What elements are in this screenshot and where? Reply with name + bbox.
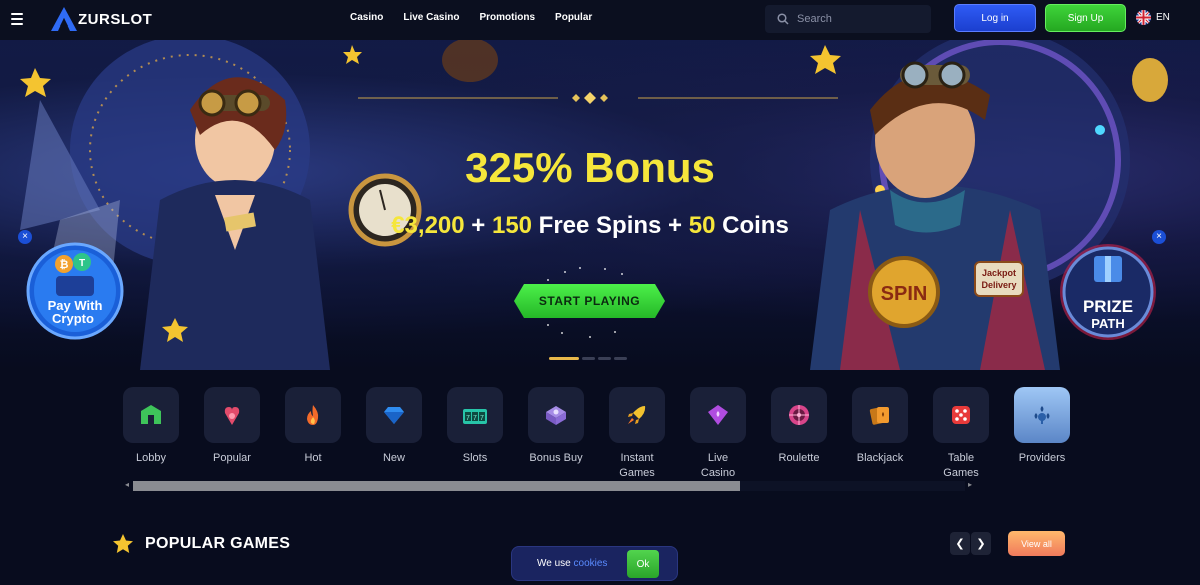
star-icon <box>113 534 133 553</box>
coins-count: 50 <box>688 212 716 239</box>
blackjack-icon <box>869 407 889 425</box>
search-icon <box>777 13 789 25</box>
nav-promotions[interactable]: Promotions <box>479 12 535 23</box>
fire-icon <box>307 405 319 425</box>
cookie-banner: We use cookies Ok <box>511 546 678 581</box>
popular-games-title: POPULAR GAMES <box>145 535 291 552</box>
dice-icon <box>952 406 970 424</box>
prize-path-badge[interactable]: PRIZE PATH <box>1058 242 1158 342</box>
top-header: ZURSLOT Casino Live Casino Promotions Po… <box>0 0 1200 40</box>
chevron-left-icon: ❮ <box>955 538 965 550</box>
bonus-buy-icon <box>546 406 566 425</box>
diamond-ornament-icon <box>572 92 608 104</box>
search-input[interactable] <box>797 13 917 25</box>
logo-text: ZURSLOT <box>78 10 153 28</box>
svg-text:PATH: PATH <box>1091 316 1124 331</box>
roulette-icon <box>789 405 809 425</box>
free-spins-count: 150 <box>491 212 533 239</box>
language-selector[interactable]: EN <box>1136 10 1170 25</box>
category-providers[interactable]: Providers <box>1014 387 1070 481</box>
login-button[interactable]: Log in <box>954 4 1036 32</box>
slider-dot[interactable] <box>549 357 579 360</box>
svg-text:7: 7 <box>480 415 484 422</box>
svg-text:Crypto: Crypto <box>52 311 94 326</box>
diamond-icon <box>384 407 404 424</box>
hero-illustration: SPIN Jackpot Delivery <box>20 40 1168 370</box>
cookie-ok-button[interactable]: Ok <box>627 550 659 578</box>
slider-dots <box>549 357 627 360</box>
category-instant-games[interactable]: Instant Games <box>609 387 665 481</box>
category-scrollbar[interactable]: ◂ ▸ <box>123 480 975 491</box>
next-games-button[interactable]: ❯ <box>971 532 991 555</box>
language-code: EN <box>1156 12 1170 23</box>
category-bonus-buy[interactable]: Bonus Buy <box>528 387 584 481</box>
lobby-icon <box>141 405 161 424</box>
category-slots[interactable]: 7 7 7 Slots <box>447 387 503 481</box>
cookies-link[interactable]: cookies <box>574 558 608 569</box>
rocket-icon <box>628 406 646 424</box>
prev-games-button[interactable]: ❮ <box>950 532 970 555</box>
hero-title: 325% Bonus <box>465 144 715 191</box>
menu-icon[interactable] <box>11 13 23 25</box>
nav-casino[interactable]: Casino <box>350 12 383 23</box>
jackpot-label-2: Delivery <box>981 280 1016 290</box>
nav-popular[interactable]: Popular <box>555 12 592 23</box>
category-bar: Lobby Popular Hot New 7 7 7 Slots Bonus … <box>123 387 1095 481</box>
popular-icon <box>224 407 240 425</box>
slots-icon: 7 7 7 <box>463 409 487 424</box>
nav-live-casino[interactable]: Live Casino <box>403 12 459 23</box>
svg-text:T: T <box>79 258 85 269</box>
search-box <box>765 5 931 33</box>
scroll-right-arrow-icon[interactable]: ▸ <box>968 480 972 489</box>
scroll-thumb[interactable] <box>133 481 740 491</box>
cookie-text: We use <box>537 558 571 569</box>
category-hot[interactable]: Hot <box>285 387 341 481</box>
jackpot-label-1: Jackpot <box>982 268 1016 278</box>
signup-button[interactable]: Sign Up <box>1045 4 1126 32</box>
providers-icon <box>1034 406 1050 424</box>
logo[interactable]: ZURSLOT <box>51 7 152 31</box>
start-playing-button[interactable]: START PLAYING <box>514 284 665 318</box>
category-popular[interactable]: Popular <box>204 387 260 481</box>
uk-flag-icon <box>1136 10 1151 25</box>
svg-text:₿: ₿ <box>60 259 69 271</box>
chevron-right-icon: ❯ <box>976 538 986 550</box>
hero-subtitle: €3,200 + 150 Free Spins + 50 Coins <box>391 212 789 239</box>
logo-a-icon <box>51 7 77 31</box>
pay-with-crypto-badge[interactable]: ₿ T Pay With Crypto <box>26 242 124 340</box>
view-all-button[interactable]: View all <box>1008 531 1065 556</box>
live-casino-icon <box>708 405 728 425</box>
svg-text:PRIZE: PRIZE <box>1083 297 1133 316</box>
hero-banner: SPIN Jackpot Delivery 325% Bonus €3,200 … <box>0 40 1200 370</box>
main-nav: Casino Live Casino Promotions Popular <box>350 12 612 23</box>
scroll-left-arrow-icon[interactable]: ◂ <box>125 480 129 489</box>
slider-dot[interactable] <box>598 357 611 360</box>
category-new[interactable]: New <box>366 387 422 481</box>
spin-coin-label: SPIN <box>881 283 928 305</box>
category-roulette[interactable]: Roulette <box>771 387 827 481</box>
slider-dot[interactable] <box>582 357 595 360</box>
category-live-casino[interactable]: Live Casino <box>690 387 746 481</box>
category-lobby[interactable]: Lobby <box>123 387 179 481</box>
svg-text:7: 7 <box>473 415 477 422</box>
slider-dot[interactable] <box>614 357 627 360</box>
bonus-amount: €3,200 <box>391 212 465 239</box>
category-table-games[interactable]: Table Games <box>933 387 989 481</box>
category-blackjack[interactable]: Blackjack <box>852 387 908 481</box>
svg-text:7: 7 <box>466 415 470 422</box>
